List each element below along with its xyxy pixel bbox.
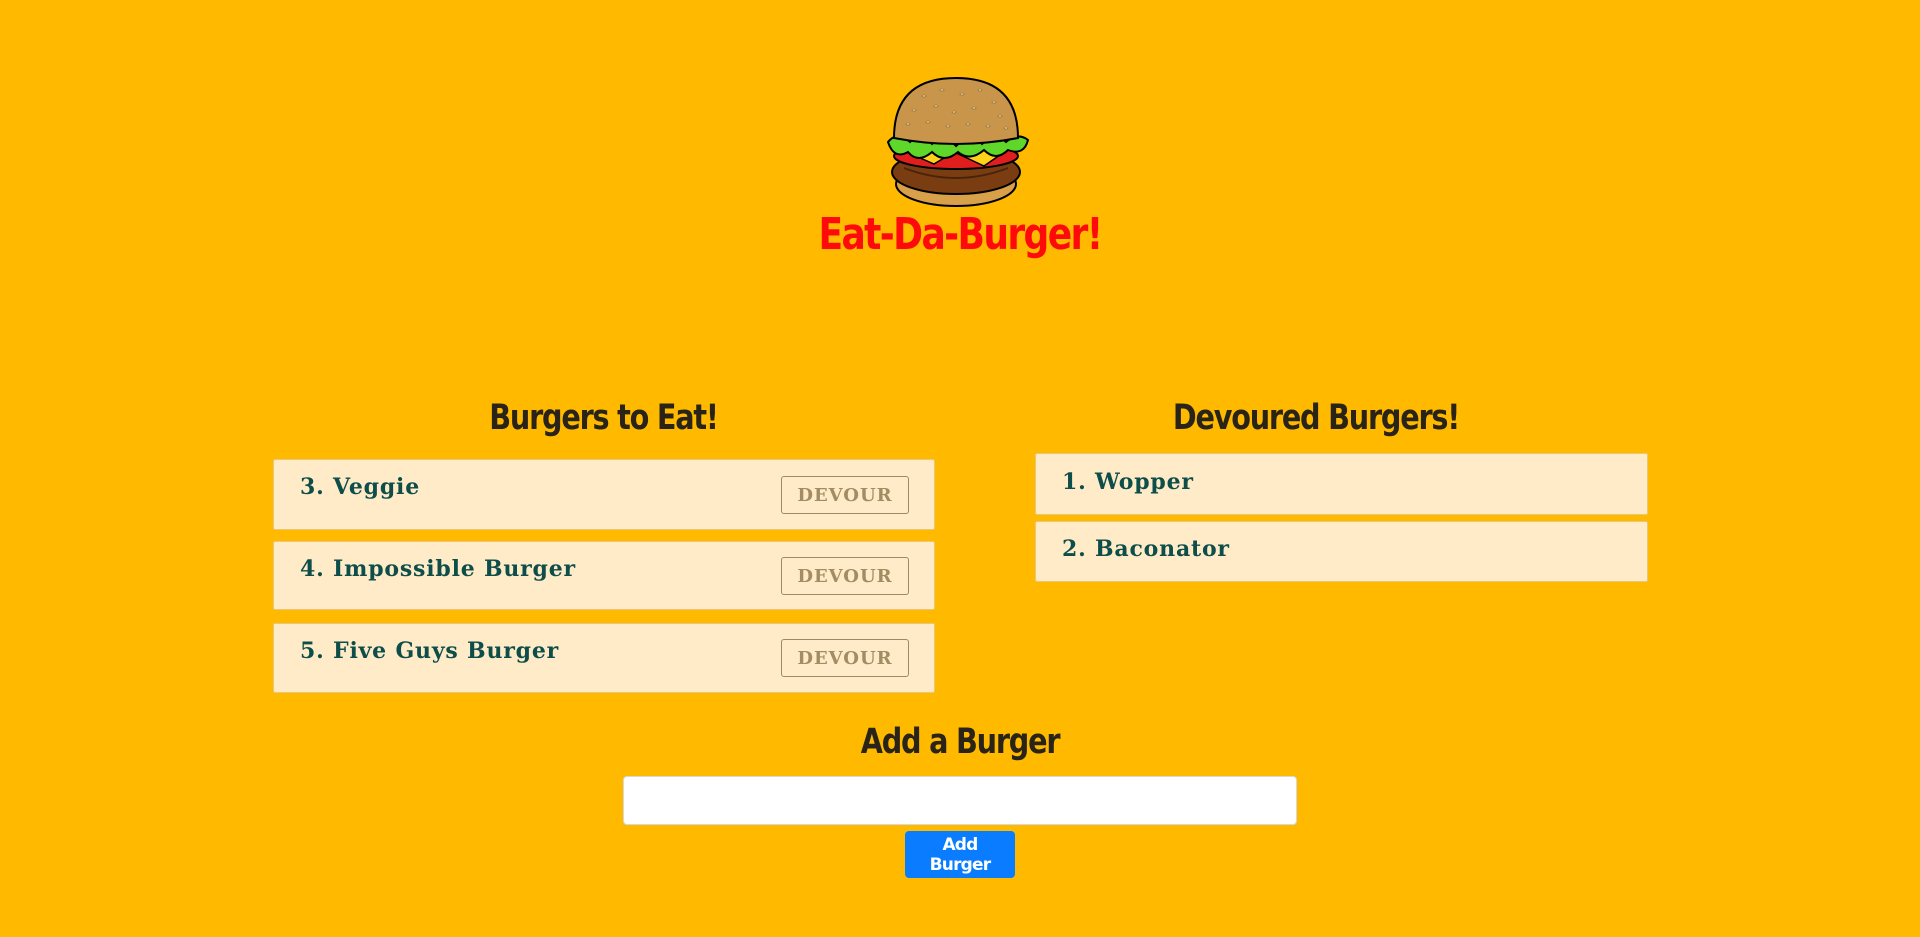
- devoured-burgers-heading: Devoured Burgers!: [1172, 398, 1460, 438]
- list-item: 3. Veggie DEVOUR: [273, 459, 935, 530]
- list-item: 2. Baconator: [1035, 521, 1648, 582]
- list-item: 4. Impossible Burger DEVOUR: [273, 541, 935, 610]
- hamburger-icon: [886, 76, 1030, 207]
- devour-button[interactable]: DEVOUR: [781, 557, 909, 595]
- burger-name: 3. Veggie: [300, 474, 420, 500]
- devour-button[interactable]: DEVOUR: [781, 639, 909, 677]
- burger-name: 5. Five Guys Burger: [300, 638, 560, 664]
- add-burger-button[interactable]: Add Burger: [905, 831, 1015, 878]
- add-burger-heading: Add a Burger: [860, 722, 1061, 762]
- page: Eat-Da-Burger! Burgers to Eat! 3. Veggie…: [0, 0, 1920, 937]
- burger-name: 4. Impossible Burger: [300, 556, 576, 582]
- burger-name: 2. Baconator: [1062, 536, 1230, 562]
- list-item: 1. Wopper: [1035, 453, 1648, 515]
- burger-name: 1. Wopper: [1062, 469, 1194, 495]
- list-item: 5. Five Guys Burger DEVOUR: [273, 623, 935, 693]
- burger-name-input[interactable]: [623, 776, 1297, 825]
- burgers-to-eat-heading: Burgers to Eat!: [489, 398, 719, 438]
- site-title: Eat-Da-Burger!: [818, 209, 1103, 260]
- devour-button[interactable]: DEVOUR: [781, 476, 909, 514]
